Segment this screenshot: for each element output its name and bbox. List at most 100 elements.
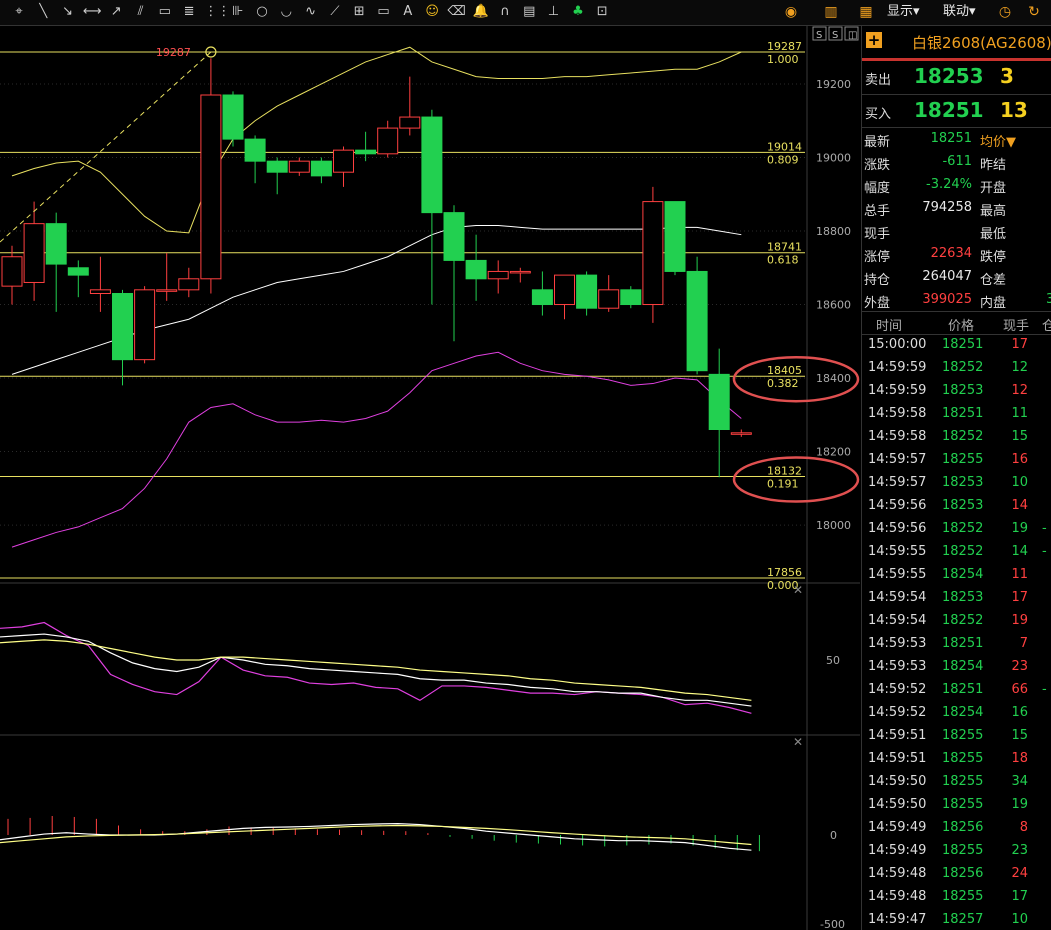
candle[interactable] — [642, 186, 664, 323]
candle[interactable] — [554, 274, 575, 320]
candle[interactable] — [200, 58, 222, 294]
candle[interactable] — [23, 201, 45, 301]
price-label-icon[interactable]: ▭ — [375, 3, 393, 21]
arrow-tool-icon[interactable]: ↗ — [107, 3, 125, 21]
candle[interactable] — [531, 271, 553, 316]
screenshot-icon[interactable]: ⊡ — [593, 3, 611, 21]
line-tool-icon[interactable]: ╲ — [34, 3, 52, 21]
instrument-title-bar[interactable]: + 白银2608(AG2608) — [862, 26, 1051, 61]
control-glyph: S — [832, 30, 838, 41]
candle[interactable] — [421, 109, 443, 305]
candle[interactable] — [310, 157, 332, 184]
add-watchlist-icon[interactable]: + — [866, 32, 882, 48]
kline-chart[interactable]: 192871.000190140.809187410.618184050.382… — [0, 26, 860, 930]
magnet-icon[interactable]: ∩ — [496, 3, 514, 21]
candle[interactable] — [399, 76, 421, 136]
candle[interactable] — [708, 348, 730, 478]
candle[interactable] — [487, 260, 509, 294]
panel-layout-icon[interactable]: ◫ — [844, 26, 859, 41]
layout-icon[interactable]: ▦ — [856, 2, 876, 22]
tick-time: 14:59:51 — [868, 728, 927, 743]
candle[interactable] — [67, 260, 89, 298]
candle[interactable] — [443, 205, 465, 342]
wave-tool-icon[interactable]: ∿ — [302, 3, 320, 21]
fan-tool-icon[interactable]: ⟋ — [326, 3, 344, 21]
tick-price: 18251 — [942, 337, 984, 352]
clock-icon[interactable]: ◷ — [995, 2, 1015, 22]
fib-trend-line[interactable] — [0, 51, 212, 243]
tick-time: 14:59:52 — [868, 682, 927, 697]
candle[interactable] — [89, 256, 111, 312]
candle[interactable] — [333, 146, 354, 187]
list-icon[interactable]: ▤ — [520, 3, 538, 21]
quote-stat-row: 总手 794258 最高 — [862, 197, 1051, 220]
text-tool-icon[interactable]: A — [399, 3, 417, 21]
quote-stat-row: 外盘 399025 内盘 3 — [862, 289, 1051, 312]
candle[interactable] — [222, 91, 244, 147]
candle[interactable] — [45, 212, 67, 312]
arc-tool-icon[interactable]: ◡ — [277, 3, 295, 21]
circle-tool-icon[interactable]: ○ — [253, 3, 271, 21]
tick-price: 18253 — [942, 475, 984, 490]
candle[interactable] — [134, 286, 156, 364]
candle[interactable] — [355, 131, 377, 162]
bid-label: 买入 — [865, 107, 892, 122]
candle[interactable] — [509, 267, 531, 283]
scale-toggle-icon[interactable]: S — [828, 26, 843, 41]
settings-toggle-icon[interactable]: S — [812, 26, 827, 41]
eraser-icon[interactable]: ⌫ — [447, 3, 465, 21]
candle[interactable] — [620, 286, 642, 309]
smiley-icon[interactable]: ☺ — [423, 3, 441, 21]
candle[interactable] — [465, 234, 487, 301]
ray-tool-icon[interactable]: ↘ — [59, 3, 77, 21]
vip-chart-icon[interactable]: ▥ — [821, 2, 841, 22]
segment-tool-icon[interactable]: ⟷ — [83, 3, 102, 21]
bid-volume: 13 — [1000, 98, 1028, 122]
tick-volume: 10 — [1011, 475, 1028, 490]
tick-direction: - — [1042, 544, 1047, 559]
candle-body — [487, 270, 509, 280]
candle[interactable] — [156, 253, 178, 301]
close-panel-icon[interactable]: ✕ — [793, 583, 803, 597]
candle[interactable] — [686, 256, 708, 375]
fib-price-label: 19287 — [767, 40, 802, 53]
stat-value: 18251 — [930, 131, 972, 146]
vip-replay-icon[interactable]: ◉ — [781, 2, 801, 22]
gann-lines-icon[interactable]: ⋮⋮ — [204, 3, 230, 21]
ruler-tool-icon[interactable]: ⊪ — [229, 3, 247, 21]
candle[interactable] — [112, 289, 133, 386]
candle[interactable] — [664, 201, 686, 276]
candle[interactable] — [598, 275, 620, 312]
candle[interactable] — [730, 429, 752, 437]
candle[interactable] — [288, 157, 310, 176]
tick-price: 18255 — [942, 889, 984, 904]
calendar-icon[interactable]: ⊥ — [545, 3, 563, 21]
clover-icon[interactable]: ♣ — [569, 3, 587, 21]
candle[interactable] — [576, 271, 598, 316]
bid-row: 买入 18251 13 — [862, 94, 1051, 127]
candle[interactable] — [244, 135, 266, 184]
parallel-lines-icon[interactable]: ⫽ — [132, 3, 150, 21]
cursor-tool-icon[interactable]: ⌖ — [10, 3, 28, 21]
candle[interactable] — [1, 245, 23, 305]
bell-icon[interactable]: 🔔 — [472, 3, 490, 21]
link-menu[interactable]: 联动▾ — [943, 3, 976, 21]
candle[interactable] — [377, 120, 399, 158]
stat-label-secondary[interactable]: 均价▼ — [980, 131, 1016, 150]
rectangle-tool-icon[interactable]: ▭ — [156, 3, 174, 21]
candle-body — [222, 94, 244, 140]
display-menu[interactable]: 显示▾ — [887, 3, 920, 21]
candle[interactable] — [266, 157, 288, 195]
trend-line[interactable]: 19287 — [0, 46, 217, 243]
candle[interactable] — [178, 267, 200, 298]
refresh-icon[interactable]: ↻ — [1024, 2, 1044, 22]
fibonacci-tool-icon[interactable]: ≣ — [180, 3, 198, 21]
cycle-tool-icon[interactable]: ⊞ — [350, 3, 368, 21]
tick-volume: 16 — [1011, 452, 1028, 467]
price-tick-label: 18800 — [816, 225, 851, 238]
fib-ratio-label: 0.382 — [767, 377, 799, 390]
close-panel-icon[interactable]: ✕ — [793, 735, 803, 749]
quote-stat-row: 最新 18251 均价▼ — [862, 128, 1051, 151]
tick-row: 14:59:54 18252 19 — [862, 610, 1051, 633]
tick-volume: 15 — [1011, 429, 1028, 444]
